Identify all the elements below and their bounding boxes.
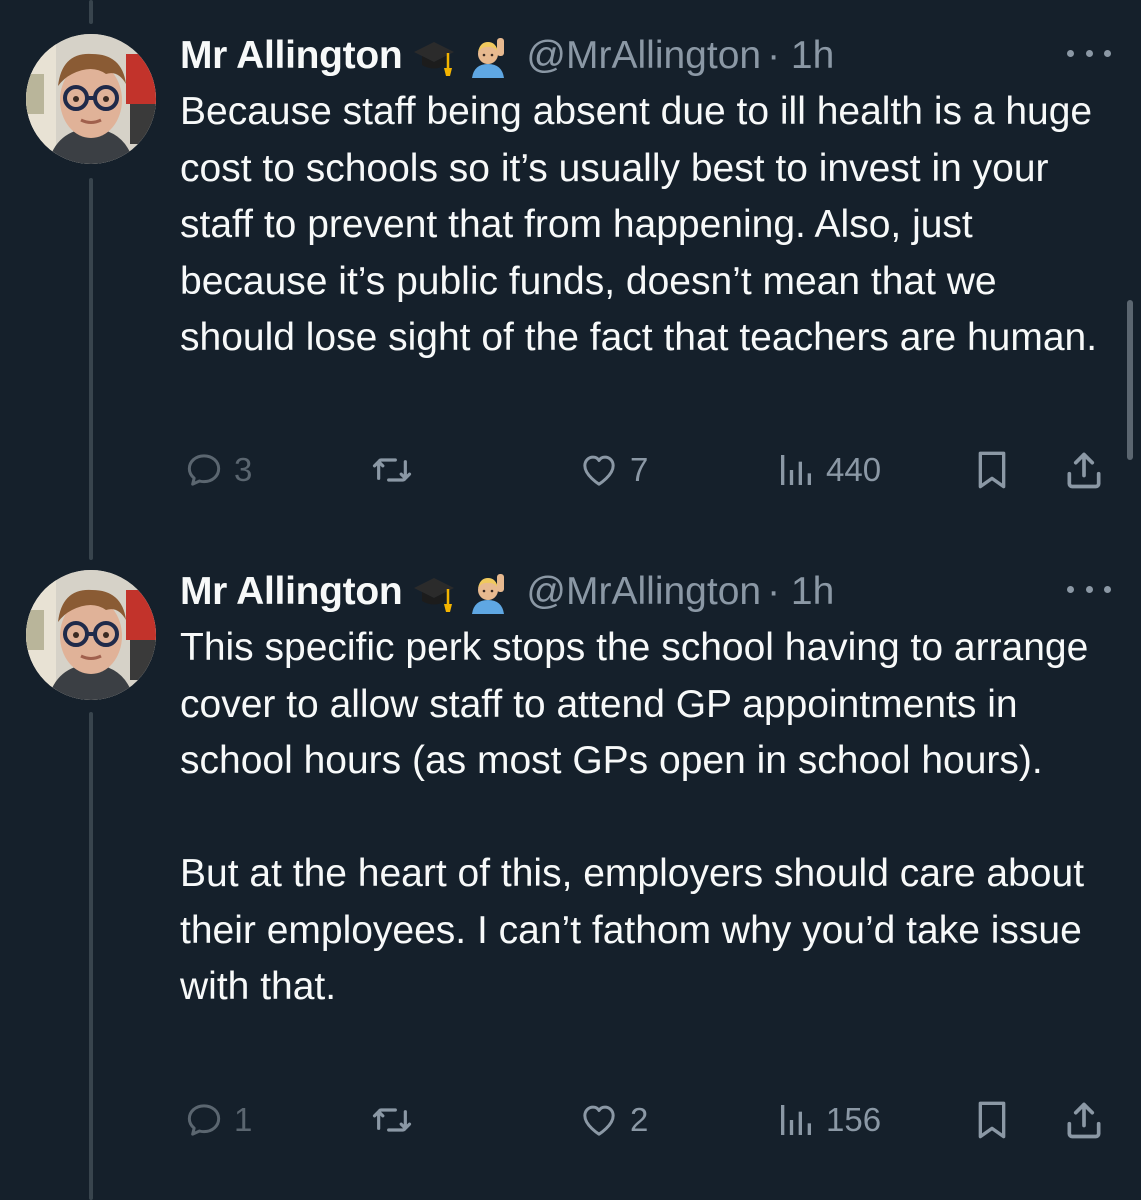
thread-line-top [89,0,93,24]
tweet-time[interactable]: · 1h [767,570,834,614]
tweet-paragraph: Because staff being absent due to ill he… [180,90,1098,359]
share-button[interactable] [1062,1092,1106,1148]
bookmark-button[interactable] [972,442,1012,498]
author-handle[interactable]: @MrAllington [526,570,761,614]
author-name[interactable]: Mr Allington [180,34,403,78]
retweet-icon [372,458,412,482]
tweet-paragraph: But at the heart of this, employers shou… [180,852,1085,1008]
author-name[interactable]: Mr Allington [180,570,403,614]
graduation-cap-icon [412,34,456,78]
thread-line-1 [89,178,93,560]
graduation-cap-icon [412,570,456,614]
retweet-button[interactable] [370,442,414,498]
thread-line-2 [89,712,93,1200]
heart-icon [583,455,615,486]
views-button[interactable]: 440 [776,442,881,498]
like-count: 7 [630,451,649,488]
view-count: 156 [826,1101,882,1138]
views-button[interactable]: 156 [776,1092,881,1148]
more-dots-icon[interactable] [1067,574,1111,604]
reply-icon [187,454,221,486]
reply-button[interactable]: 1 [184,1092,252,1148]
like-button[interactable]: 2 [578,1092,648,1148]
retweet-icon [372,1108,412,1132]
views-chart-icon [781,455,811,485]
views-chart-icon [781,1105,811,1135]
tweet-text: Because staff being absent due to ill he… [180,84,1100,367]
tweet-header: Mr Allington @MrAllington · 1h [180,32,834,80]
avatar[interactable] [26,34,156,164]
author-handle[interactable]: @MrAllington [526,34,761,78]
bookmark-button[interactable] [972,1092,1012,1148]
like-count: 2 [630,1101,649,1138]
avatar[interactable] [26,570,156,700]
tweet-paragraph: This specific perk stops the school havi… [180,626,1089,782]
tweet-actions: 1 2 156 [180,1092,1110,1148]
tweet-header: Mr Allington @MrAllington · 1h [180,568,834,616]
retweet-button[interactable] [370,1092,414,1148]
tweet-text: This specific perk stops the school havi… [180,620,1100,1016]
tweet-actions: 3 7 440 [180,442,1110,498]
bookmark-icon [978,451,1006,489]
share-icon [1067,452,1101,489]
like-button[interactable]: 7 [578,442,648,498]
tweet-time[interactable]: · 1h [767,34,834,78]
reply-button[interactable]: 3 [184,442,252,498]
heart-icon [583,1105,615,1136]
person-raising-hand-icon [466,34,510,78]
reply-count: 1 [234,1101,253,1138]
more-dots-icon[interactable] [1067,38,1111,68]
reply-count: 3 [234,451,253,488]
share-button[interactable] [1062,442,1106,498]
reply-icon [187,1104,221,1136]
view-count: 440 [826,451,882,488]
share-icon [1067,1102,1101,1139]
scrollbar[interactable] [1127,300,1133,460]
bookmark-icon [978,1101,1006,1139]
person-raising-hand-icon [466,570,510,614]
